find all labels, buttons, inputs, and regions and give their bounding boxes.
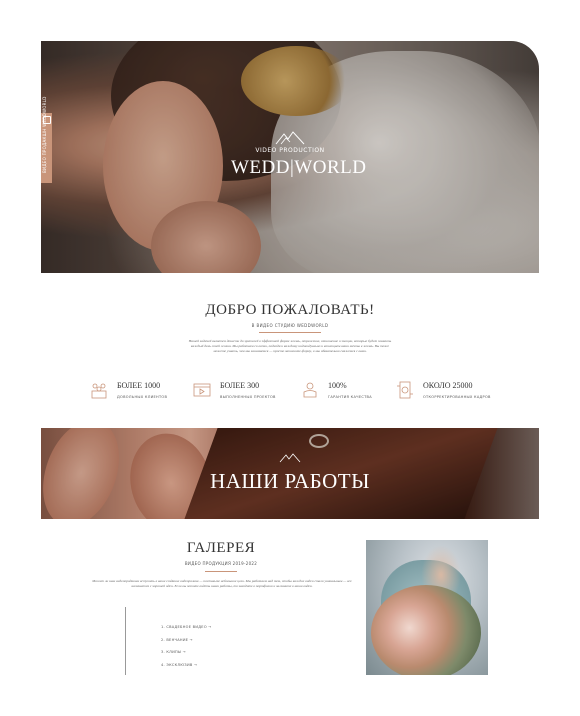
brand-title: WEDD|WORLD xyxy=(231,157,367,178)
gallery-title: ГАЛЕРЕЯ xyxy=(186,540,256,556)
gallery-list-item[interactable]: 4. ЭКСКЛЮЗИВ → xyxy=(161,663,212,676)
works-title: НАШИ РАБОТЫ xyxy=(210,469,370,493)
gallery-list-item[interactable]: 3. КЛИПЫ → xyxy=(161,650,212,663)
stat-number: БОЛЕЕ 300 xyxy=(220,381,260,390)
welcome-subtitle: В ВИДЕО СТУДИЮ WEDDWORLD xyxy=(251,323,329,328)
gallery-vertical-line xyxy=(125,607,126,675)
mountains-icon xyxy=(275,131,305,145)
gallery-divider xyxy=(205,571,237,572)
people-icon xyxy=(91,383,107,399)
film-reel-icon xyxy=(397,381,413,399)
brand-subtitle: VIDEO PRODUCTION xyxy=(255,147,325,154)
hero-banner: ВИДЕО ПРОДАКШН WEDDWORLD VIDEO PRODUCTIO… xyxy=(41,41,539,273)
gallery-list: 1. СВАДЕБНОЕ ВИДЕО → 2. ВЕНЧАНИЕ → 3. КЛ… xyxy=(161,625,212,675)
gallery-list-item[interactable]: 2. ВЕНЧАНИЕ → xyxy=(161,638,212,651)
stats-row: БОЛЕЕ 1000 ДОВОЛЬНЫХ КЛИЕНТОВ БОЛЕЕ 300 … xyxy=(90,378,500,406)
stat-number: ОКОЛО 25000 xyxy=(423,381,473,390)
welcome-text: Нашей задачей является донести до зрител… xyxy=(188,339,392,353)
welcome-divider xyxy=(259,332,321,333)
gallery-subtitle: ВИДЕО ПРОДУКЦИЯ 2019-2022 xyxy=(184,561,258,566)
gallery-text: Может ли наш видеопродакшн вступить в ва… xyxy=(92,579,352,588)
gallery-photo xyxy=(366,540,488,675)
gallery-photo-bouquet xyxy=(371,585,481,675)
works-banner[interactable]: НАШИ РАБОТЫ xyxy=(41,428,539,519)
page: ВИДЕО ПРОДАКШН WEDDWORLD VIDEO PRODUCTIO… xyxy=(0,0,580,716)
stat-caption: ДОВОЛЬНЫХ КЛИЕНТОВ xyxy=(117,395,168,399)
stat-caption: ОТКОРРЕКТИРОВАННЫХ КАДРОВ xyxy=(423,395,491,399)
video-player-icon xyxy=(193,383,211,397)
mountains-icon xyxy=(279,453,301,463)
stat-caption: ВЫПОЛНЕННЫХ ПРОЕКТОВ xyxy=(220,395,276,399)
stat-number: 100% xyxy=(328,381,347,390)
hand-quality-icon xyxy=(303,382,317,398)
side-tab[interactable]: ВИДЕО ПРОДАКШН WEDDWORLD xyxy=(41,96,52,183)
gallery-list-item[interactable]: 1. СВАДЕБНОЕ ВИДЕО → xyxy=(161,625,212,638)
side-tab-label: ВИДЕО ПРОДАКШН WEDDWORLD xyxy=(42,96,47,173)
welcome-title: ДОБРО ПОЖАЛОВАТЬ! xyxy=(205,302,375,318)
stat-number: БОЛЕЕ 1000 xyxy=(117,381,161,390)
stat-caption: ГАРАНТИЯ КАЧЕСТВА xyxy=(328,395,372,399)
brand-logo[interactable]: VIDEO PRODUCTION WEDD|WORLD xyxy=(231,131,367,179)
